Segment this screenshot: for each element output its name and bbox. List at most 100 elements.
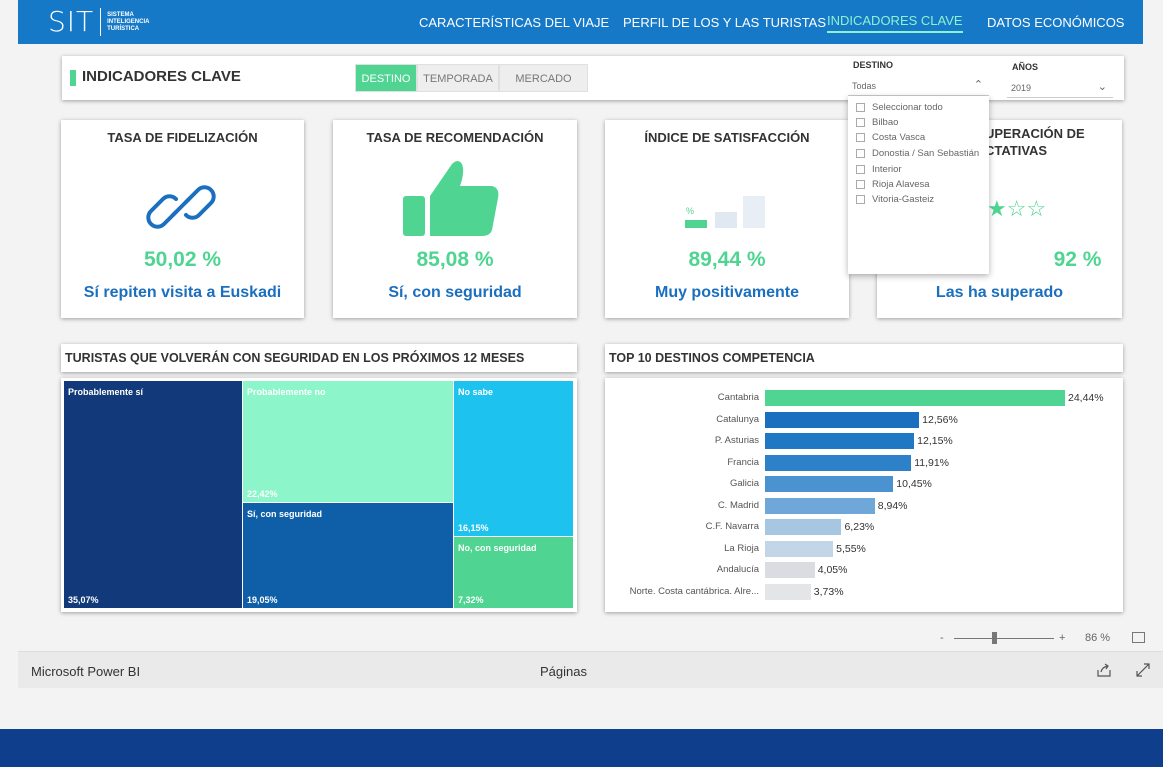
anos-label: AÑOS	[1012, 62, 1039, 72]
cell-value: 35,07%	[68, 595, 99, 605]
bar-category-label: Cantabria	[717, 392, 759, 403]
nav-indicadores-clave[interactable]: INDICADORES CLAVE	[827, 13, 963, 33]
tab-destino[interactable]: DESTINO	[355, 64, 417, 92]
bar-value-label: 11,91%	[914, 456, 950, 469]
bar-level-icon: %	[685, 196, 765, 228]
chevron-down-icon: ⌄	[1097, 81, 1107, 93]
option-label: Seleccionar todo	[872, 102, 943, 113]
kpi-value: 85,08 %	[416, 248, 494, 271]
pages-button[interactable]: Páginas	[540, 664, 587, 679]
page-title: INDICADORES CLAVE	[82, 68, 241, 85]
option-label: Costa Vasca	[872, 132, 926, 143]
bar[interactable]	[765, 497, 875, 514]
bar-category-label: Catalunya	[716, 413, 759, 425]
destino-label: DESTINO	[853, 60, 894, 70]
checkbox[interactable]	[856, 149, 865, 158]
option-costa-vasca[interactable]: Costa Vasca	[856, 132, 925, 143]
bar[interactable]	[765, 454, 912, 471]
option-donostia[interactable]: Donostia / San Sebastián	[856, 148, 979, 159]
bar-value-label: 4,05%	[817, 564, 848, 576]
cell-value: 7,32%	[458, 595, 484, 605]
bar[interactable]	[765, 540, 834, 557]
treemap-cell-no-con-seguridad[interactable]: No, con seguridad 7,32%	[454, 537, 573, 608]
option-interior[interactable]: Interior	[856, 164, 902, 175]
competencia-title: TOP 10 DESTINOS COMPETENCIA	[609, 351, 815, 365]
treemap-cell-no-sabe[interactable]: No sabe 16,15%	[454, 381, 573, 536]
checkbox[interactable]	[856, 118, 865, 127]
bar-value-label: 5,55%	[836, 542, 866, 555]
fit-to-page-icon[interactable]	[1132, 632, 1145, 643]
zoom-slider-track[interactable]	[954, 638, 1054, 639]
treemap-cell-si-con-seguridad[interactable]: Sí, con seguridad 19,05%	[243, 503, 453, 608]
checkbox[interactable]	[856, 195, 865, 204]
tab-mercado[interactable]: MERCADO	[499, 64, 588, 92]
option-label: Vitoria-Gasteiz	[872, 194, 935, 205]
nav-perfil-turistas[interactable]: PERFIL DE LOS Y LAS TURISTAS	[623, 15, 826, 30]
bar-value-label: 8,94%	[877, 499, 908, 512]
checkbox[interactable]	[856, 165, 865, 174]
powerbi-footer: Microsoft Power BI Páginas	[18, 651, 1163, 688]
thumbs-up-icon	[403, 161, 499, 236]
cell-value: 22,42%	[247, 489, 278, 499]
bar-category-label: Andalucía	[716, 564, 759, 575]
cell-label: Probablemente sí	[68, 387, 144, 397]
zoom-plus-button[interactable]: +	[1059, 632, 1065, 644]
cell-value: 16,15%	[458, 523, 489, 533]
bar[interactable]	[765, 476, 894, 492]
nav-datos-economicos[interactable]: DATOS ECONÓMICOS	[987, 15, 1124, 30]
bar[interactable]	[765, 562, 815, 578]
kpi-subtitle: Sí, con seguridad	[388, 284, 522, 301]
slicer-tabs: DESTINO TEMPORADA MERCADO	[355, 64, 588, 92]
kpi-subtitle: Muy positivamente	[654, 284, 800, 301]
kpi-card-fidelizacion: TASA DE FIDELIZACIÓN 50,02 % Sí repiten …	[61, 120, 304, 318]
bar-value-label: 24,44%	[1068, 392, 1104, 404]
zoom-slider-handle[interactable]	[992, 632, 997, 644]
share-icon[interactable]	[1096, 662, 1112, 678]
bar-value-label: 12,56%	[922, 413, 958, 426]
fullscreen-icon[interactable]	[1135, 662, 1151, 678]
stars-icon: ★☆☆	[987, 196, 1047, 221]
option-bilbao[interactable]: Bilbao	[856, 117, 898, 128]
checkbox[interactable]	[856, 180, 865, 189]
bar[interactable]	[765, 519, 842, 535]
anos-select[interactable]: 2019 ⌄	[1007, 78, 1113, 98]
option-label: Bilbao	[872, 117, 899, 128]
header-accent	[70, 70, 76, 86]
kpi-title: TASA DE FIDELIZACIÓN	[107, 130, 258, 145]
cell-value: 19,05%	[247, 595, 278, 605]
bar[interactable]	[765, 411, 920, 428]
treemap-header: TURISTAS QUE VOLVERÁN CON SEGURIDAD EN L…	[61, 344, 577, 372]
checkbox[interactable]	[856, 103, 865, 112]
competencia-bar-chart: Cantabria 24,44% Catalunya 12,56% P. Asturia…	[605, 378, 1123, 612]
bar-category-label: Galicia	[729, 478, 759, 489]
destino-select[interactable]: Todas ⌃	[848, 76, 989, 96]
destino-dropdown-list: Seleccionar todo Bilbao Costa Vasca Dono…	[848, 96, 989, 274]
bar-category-label: P. Asturias	[714, 435, 759, 446]
bar[interactable]	[765, 390, 1065, 406]
powerbi-brand-link[interactable]: Microsoft Power BI	[31, 664, 140, 679]
bar-value-label: 12,15%	[917, 435, 953, 447]
checkbox[interactable]	[856, 133, 865, 142]
option-seleccionar-todo[interactable]: Seleccionar todo	[856, 102, 943, 113]
page-bottom-band	[0, 729, 1163, 767]
bar-category-label: Francia	[727, 456, 759, 468]
kpi-title-line2: CTATIVAS	[985, 143, 1048, 158]
anos-value: 2019	[1011, 83, 1032, 93]
bar-category-label: Norte. Costa cantábrica. Alre...	[629, 585, 759, 597]
nav-caracteristicas-viaje[interactable]: CARACTERÍSTICAS DEL VIAJE	[419, 15, 609, 30]
option-label: Donostia / San Sebastián	[872, 148, 980, 159]
bar-value-label: 3,73%	[813, 585, 844, 598]
kpi-subtitle: Sí repiten visita a Euskadi	[83, 284, 282, 301]
bar[interactable]	[765, 433, 915, 449]
treemap-cell-probablemente-no[interactable]: Probablemente no 22,42%	[243, 381, 453, 502]
treemap-cell-probablemente-si[interactable]: Probablemente sí 35,07%	[64, 381, 242, 608]
zoom-minus-button[interactable]: -	[940, 632, 944, 644]
tab-temporada[interactable]: TEMPORADA	[417, 64, 499, 92]
bar-category-label: C. Madrid	[717, 499, 759, 511]
option-rioja-alavesa[interactable]: Rioja Alavesa	[856, 179, 930, 190]
kpi-subtitle: Las ha superado	[935, 284, 1064, 301]
kpi-title: TASA DE RECOMENDACIÓN	[366, 130, 544, 145]
bar[interactable]	[765, 583, 811, 600]
option-vitoria-gasteiz[interactable]: Vitoria-Gasteiz	[856, 194, 934, 205]
bar-value-label: 6,23%	[844, 521, 875, 533]
